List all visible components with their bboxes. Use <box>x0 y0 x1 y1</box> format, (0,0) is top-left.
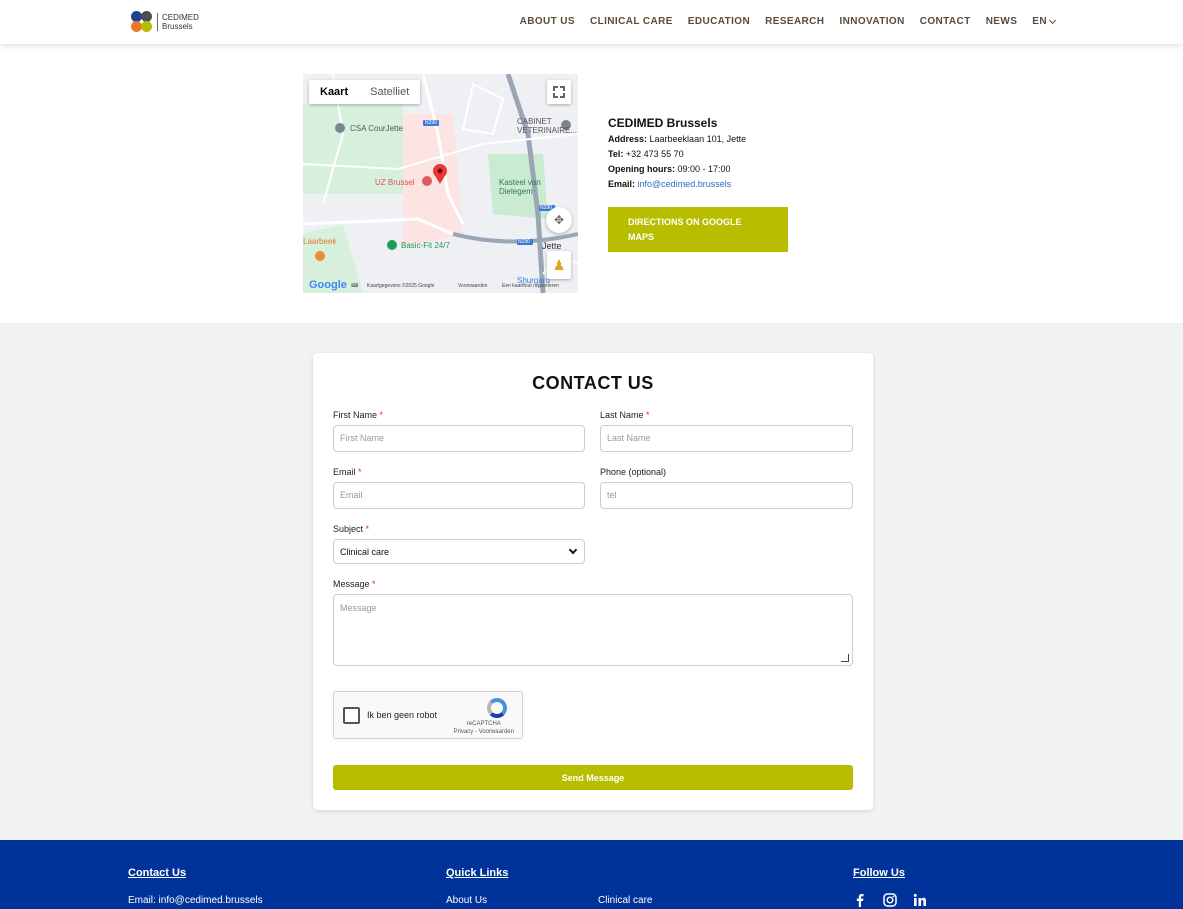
location-info: CEDIMED Brussels Address: Laarbeeklaan 1… <box>608 116 808 192</box>
facebook-icon[interactable] <box>853 893 867 907</box>
street-view-pegman[interactable]: ♟ <box>547 251 571 279</box>
tab-satellite[interactable]: Satelliet <box>359 80 420 104</box>
footer-quick-links-title: Quick Links <box>446 867 509 879</box>
site-header: CEDIMED Brussels ABOUT US CLINICAL CARE … <box>0 0 1183 44</box>
recaptcha-checkbox[interactable] <box>343 707 360 724</box>
message-label: Message * <box>333 579 376 589</box>
address-label: Address: <box>608 134 648 144</box>
recaptcha-branding: reCAPTCHA Privacy - Voorwaarden <box>454 720 514 736</box>
email-line: Email: info@cedimed.brussels <box>608 177 808 192</box>
map-label-csa: CSA CourJette <box>350 124 403 133</box>
logo-mark <box>131 11 153 33</box>
recaptcha-links[interactable]: Privacy - Voorwaarden <box>454 728 514 736</box>
instagram-icon[interactable] <box>883 893 897 907</box>
social-links <box>853 893 927 907</box>
nav-clinical-care[interactable]: CLINICAL CARE <box>590 16 673 27</box>
site-footer: Contact Us Email: info@cedimed.brussels … <box>0 840 1183 909</box>
address-value: Laarbeeklaan 101, Jette <box>649 134 747 144</box>
logo-line1: CEDIMED <box>162 13 199 22</box>
location-section <box>0 44 1183 323</box>
language-selector[interactable]: EN <box>1032 16 1057 27</box>
fullscreen-icon <box>553 86 558 91</box>
language-label: EN <box>1032 16 1047 27</box>
footer-follow-title: Follow Us <box>853 867 905 879</box>
last-name-input[interactable]: Last Name <box>600 425 853 452</box>
map-road-label: N290 <box>425 120 437 126</box>
location-name: CEDIMED Brussels <box>608 116 718 130</box>
tel-line: Tel: +32 473 55 70 <box>608 147 808 162</box>
camera-control-button[interactable]: ✥ <box>546 207 572 233</box>
hours-label: Opening hours: <box>608 164 675 174</box>
move-icon: ✥ <box>553 213 565 227</box>
keyboard-shortcuts-icon[interactable]: ⌨ <box>351 283 358 289</box>
first-name-input[interactable]: First Name <box>333 425 585 452</box>
email-link[interactable]: info@cedimed.brussels <box>638 179 732 189</box>
subject-selected-value: Clinical care <box>340 546 390 557</box>
last-name-label: Last Name * <box>600 410 650 420</box>
map-terms-link[interactable]: Voorwaarden <box>458 283 487 289</box>
logo-line2: Brussels <box>162 22 193 31</box>
google-logo: Google <box>309 279 347 291</box>
linkedin-icon[interactable] <box>913 893 927 907</box>
tab-map[interactable]: Kaart <box>309 80 359 104</box>
nav-news[interactable]: NEWS <box>986 16 1018 27</box>
chevron-down-icon <box>1048 16 1057 24</box>
logo-text: CEDIMED Brussels <box>157 13 199 31</box>
message-placeholder: Message <box>340 603 377 613</box>
site-logo[interactable]: CEDIMED Brussels <box>131 11 199 33</box>
nav-innovation[interactable]: INNOVATION <box>839 16 904 27</box>
footer-contact-email[interactable]: Email: info@cedimed.brussels <box>128 895 263 906</box>
map-type-tabs: Kaart Satelliet <box>309 80 421 104</box>
tel-label: Tel: <box>608 149 624 159</box>
nav-about-us[interactable]: ABOUT US <box>520 16 575 27</box>
footer-link-about[interactable]: About Us <box>446 895 487 906</box>
contact-form-card: CONTACT US First Name * First Name Last … <box>313 353 873 810</box>
form-title: CONTACT US <box>532 373 654 393</box>
main-nav: ABOUT US CLINICAL CARE EDUCATION RESEARC… <box>520 16 1057 27</box>
email-label: Email: <box>608 179 636 189</box>
map-report-link[interactable]: Een kaartfout rapporteren <box>502 283 559 289</box>
phone-label: Phone (optional) <box>600 467 667 477</box>
tel-value: +32 473 55 70 <box>625 149 684 159</box>
nav-research[interactable]: RESEARCH <box>765 16 824 27</box>
subject-label: Subject * <box>333 524 370 534</box>
send-message-button[interactable]: Send Message <box>333 765 853 790</box>
email-field[interactable]: Email <box>333 482 585 509</box>
subject-select[interactable]: Clinical care <box>333 539 585 564</box>
map-label-cabinet: CABINET VETERINAIRE... <box>517 117 578 135</box>
footer-link-clinical-care[interactable]: Clinical care <box>598 895 652 906</box>
recaptcha-widget: Ik ben geen robot reCAPTCHA Privacy - Vo… <box>333 691 523 739</box>
map-label-basicfit: Basic-Fit 24/7 <box>401 241 450 250</box>
phone-field[interactable]: tel <box>600 482 853 509</box>
chevron-down-icon <box>568 545 578 554</box>
hours-value: 09:00 - 17:00 <box>677 164 731 174</box>
recaptcha-brand: reCAPTCHA <box>466 721 501 727</box>
map-data-credit: Kaartgegevens ©2025 Google <box>367 283 435 289</box>
first-name-label: First Name * <box>333 410 384 420</box>
resize-handle-icon[interactable] <box>841 654 849 662</box>
fullscreen-button[interactable] <box>547 80 571 104</box>
address-line: Address: Laarbeeklaan 101, Jette <box>608 132 808 147</box>
nav-education[interactable]: EDUCATION <box>688 16 750 27</box>
map-label-uz-brussel: UZ Brussel <box>375 178 415 187</box>
hours-line: Opening hours: 09:00 - 17:00 <box>608 162 808 177</box>
map-attribution: Google ⌨ Kaartgegevens ©2025 Google Voor… <box>303 279 578 291</box>
footer-contact-title: Contact Us <box>128 867 187 879</box>
directions-button[interactable]: DIRECTIONS ON GOOGLE MAPS <box>608 207 788 252</box>
nav-contact[interactable]: CONTACT <box>920 16 971 27</box>
recaptcha-label: Ik ben geen robot <box>367 710 438 720</box>
pegman-icon: ♟ <box>552 257 566 273</box>
google-map[interactable]: CSA CourJette N290 CABINET VETERINAIRE..… <box>303 74 578 293</box>
message-textarea[interactable]: Message <box>333 594 853 666</box>
map-label-laarbeek: Laarbeek <box>303 237 337 246</box>
map-road-label: N290 <box>518 239 530 245</box>
recaptcha-logo-icon <box>487 698 507 718</box>
map-label-kasteel: Kasteel van Dielegem <box>499 178 541 196</box>
map-label-jette: Jette <box>542 241 562 251</box>
email-field-label: Email * <box>333 467 362 477</box>
